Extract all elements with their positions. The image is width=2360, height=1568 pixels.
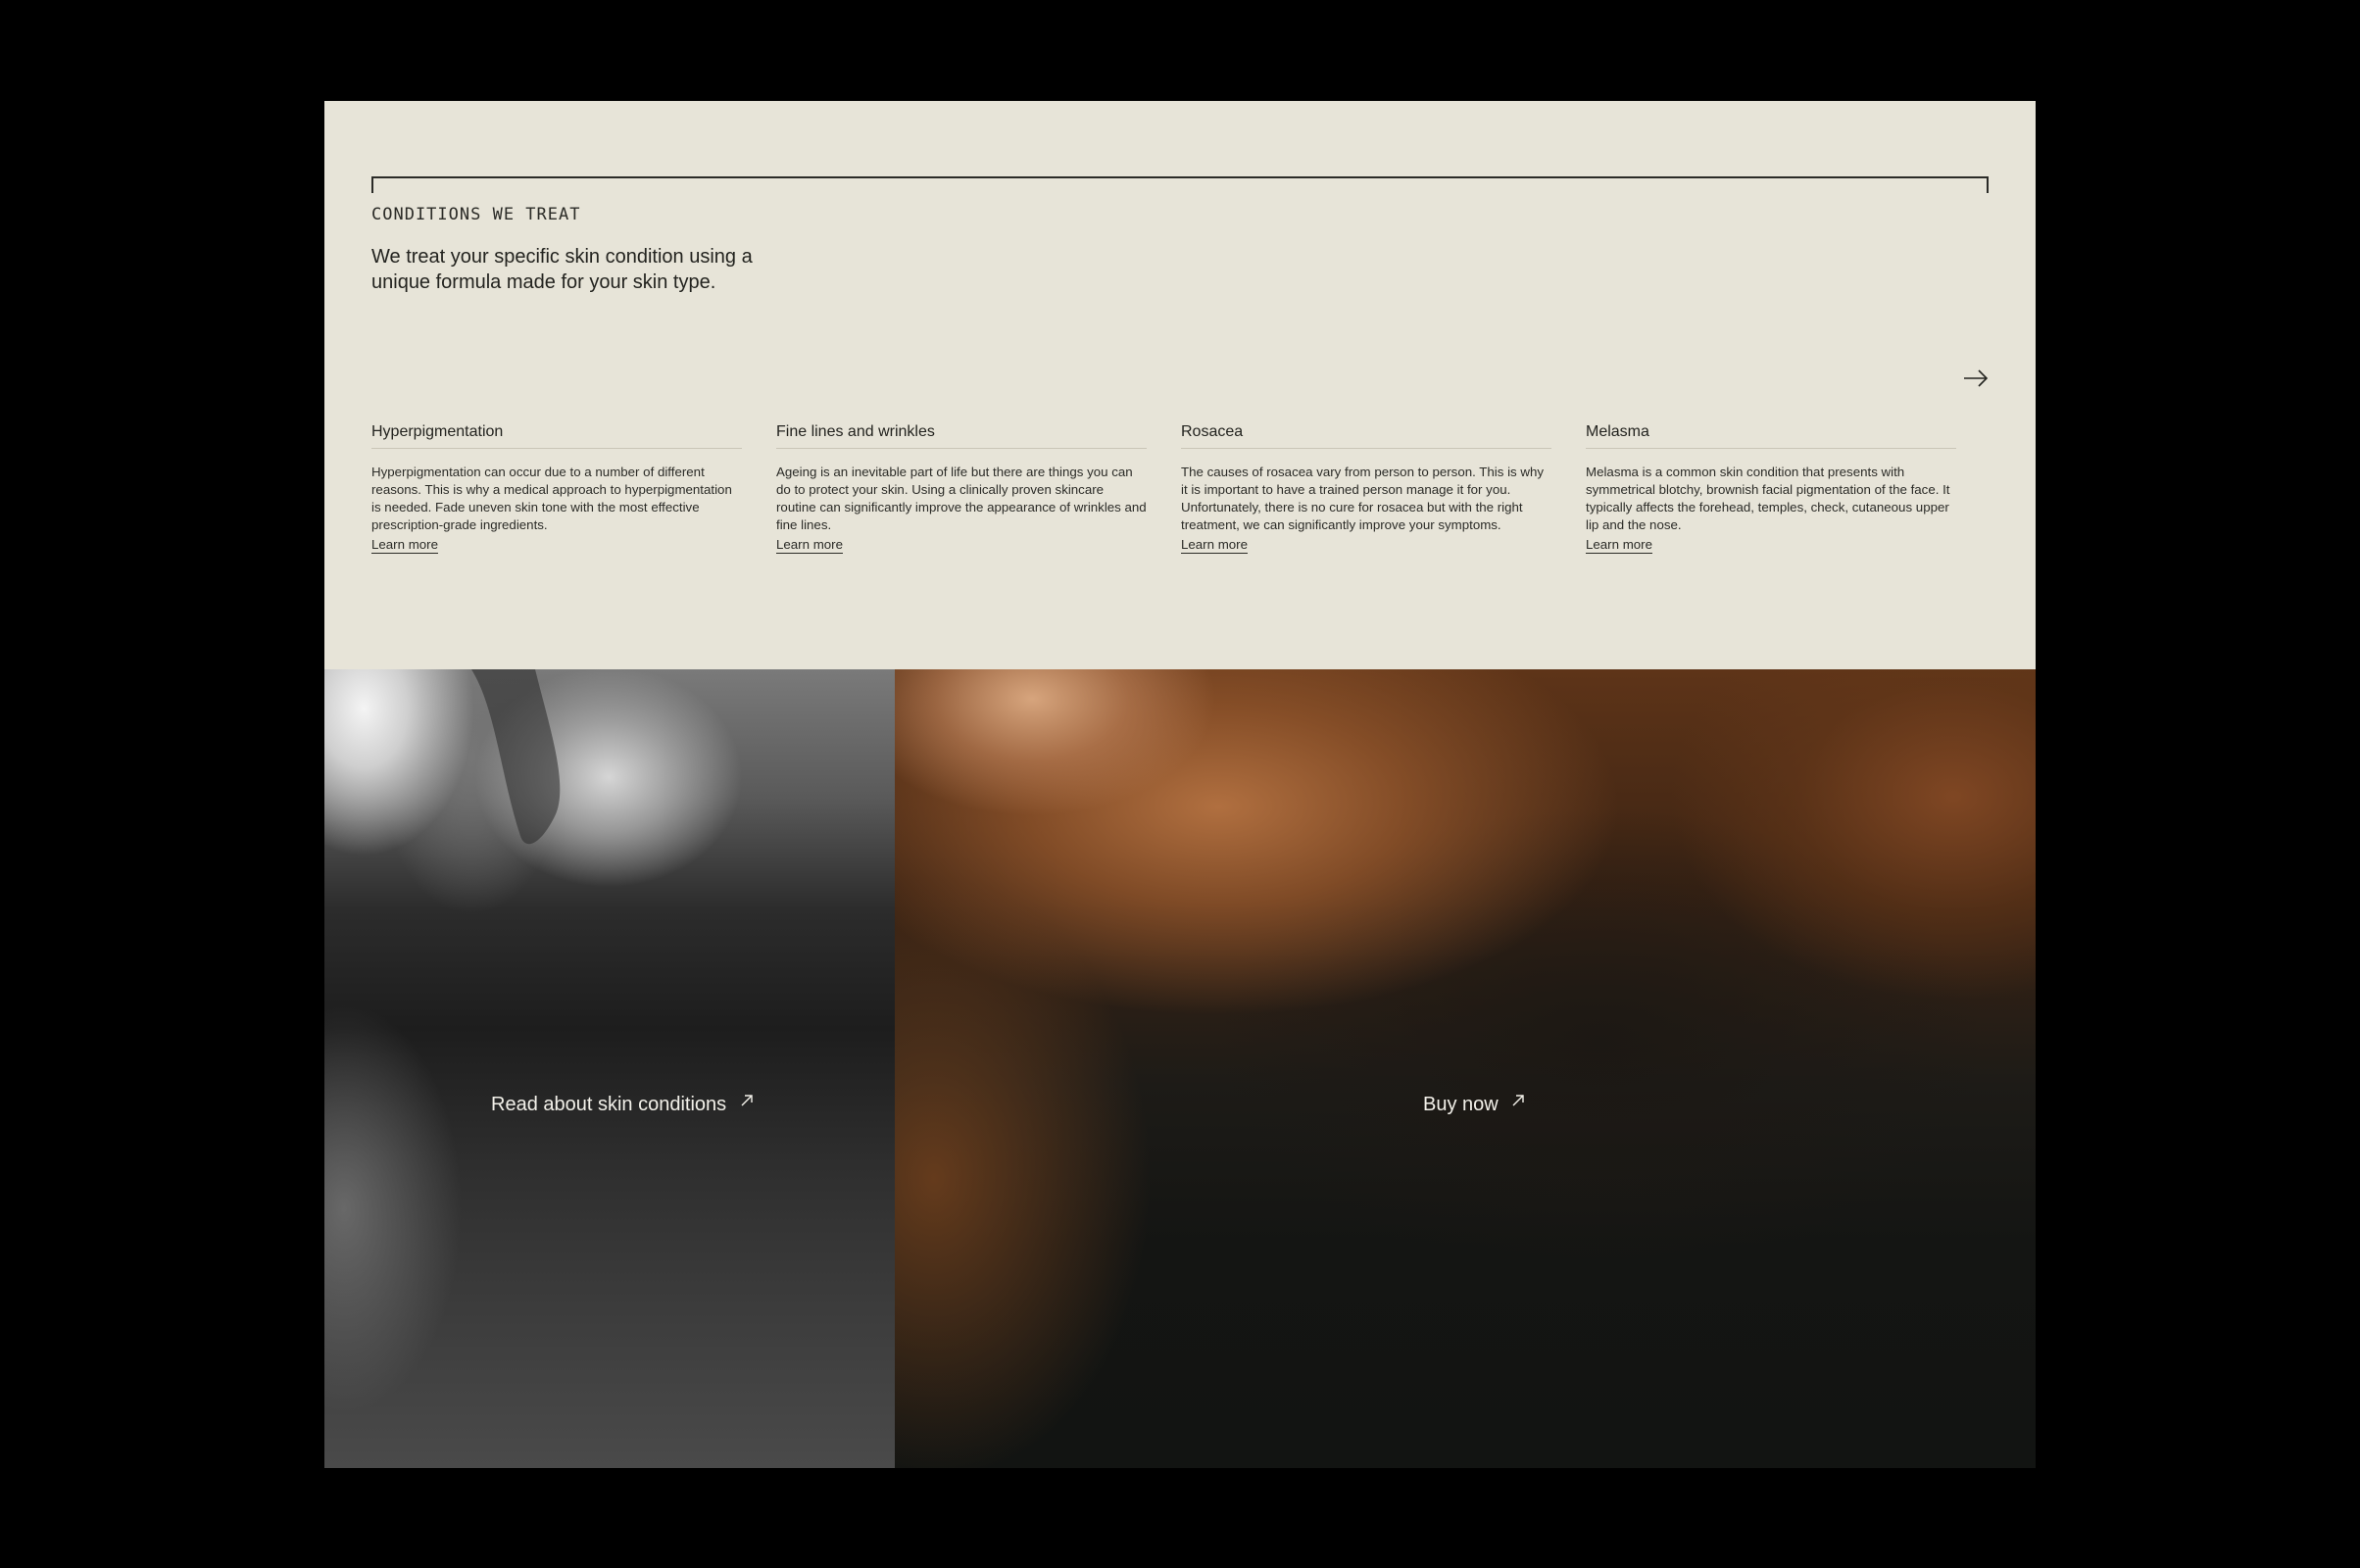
section-eyebrow: CONDITIONS WE TREAT bbox=[371, 205, 581, 224]
skin-conditions-image-panel[interactable]: Read about skin conditions bbox=[324, 669, 895, 1468]
condition-card-title: Rosacea bbox=[1181, 422, 1551, 449]
conditions-carousel: Hyperpigmentation Hyperpigmentation can … bbox=[371, 422, 1969, 697]
condition-card-title: Hyperpigmentation bbox=[371, 422, 742, 449]
condition-card-title: Melasma bbox=[1586, 422, 1956, 449]
carousel-next-button[interactable] bbox=[1963, 368, 1989, 389]
skin-photo-monochrome bbox=[471, 669, 561, 845]
learn-more-link[interactable]: Learn more bbox=[1181, 537, 1248, 554]
cta-label: Read about skin conditions bbox=[491, 1094, 727, 1116]
condition-card-rosacea: Rosacea The causes of rosacea vary from … bbox=[1181, 422, 1551, 554]
condition-card-hyperpigmentation: Hyperpigmentation Hyperpigmentation can … bbox=[371, 422, 742, 554]
arrow-up-right-icon bbox=[1512, 1095, 1524, 1106]
conditions-page: CONDITIONS WE TREAT We treat your specif… bbox=[324, 101, 2036, 1468]
arrow-right-icon bbox=[1964, 369, 1989, 387]
condition-card-fine-lines: Fine lines and wrinkles Ageing is an ine… bbox=[776, 422, 1147, 554]
learn-more-link[interactable]: Learn more bbox=[1586, 537, 1652, 554]
condition-card-description: The causes of rosacea vary from person t… bbox=[1181, 465, 1545, 532]
learn-more-link[interactable]: Learn more bbox=[776, 537, 843, 554]
buy-now-image-panel[interactable]: Buy now bbox=[895, 669, 2036, 1468]
arrow-up-right-icon bbox=[741, 1095, 753, 1106]
condition-card-description: Melasma is a common skin condition that … bbox=[1586, 465, 1950, 532]
cta-label: Buy now bbox=[1423, 1094, 1499, 1116]
section-lede: We treat your specific skin condition us… bbox=[371, 246, 753, 293]
condition-card-description: Hyperpigmentation can occur due to a num… bbox=[371, 465, 732, 532]
buy-now-link[interactable]: Buy now bbox=[1423, 1094, 1525, 1116]
learn-more-link[interactable]: Learn more bbox=[371, 537, 438, 554]
condition-card-melasma: Melasma Melasma is a common skin conditi… bbox=[1586, 422, 1956, 554]
condition-card-description: Ageing is an inevitable part of life but… bbox=[776, 465, 1147, 532]
read-about-skin-conditions-link[interactable]: Read about skin conditions bbox=[491, 1094, 754, 1116]
condition-card-title: Fine lines and wrinkles bbox=[776, 422, 1147, 449]
section-bracket-divider bbox=[371, 176, 1989, 193]
